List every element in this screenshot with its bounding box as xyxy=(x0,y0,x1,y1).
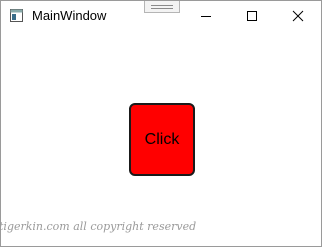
title-bar[interactable]: MainWindow xyxy=(1,1,321,31)
window-app-icon xyxy=(10,9,23,22)
window-title: MainWindow xyxy=(32,8,107,23)
copyright-watermark: tigerkin.com all copyright reserved xyxy=(0,220,197,233)
maximize-button[interactable] xyxy=(229,1,275,31)
title-drag-grip[interactable] xyxy=(144,1,180,13)
maximize-icon xyxy=(247,11,257,21)
minimize-icon xyxy=(201,16,211,17)
window-client-area: Click tigerkin.com all copyright reserve… xyxy=(0,31,321,247)
minimize-button[interactable] xyxy=(183,1,229,31)
click-button[interactable]: Click xyxy=(129,103,195,176)
close-icon xyxy=(292,10,304,22)
main-window: MainWindow Click tigerkin.com all copyri… xyxy=(0,0,322,247)
close-button[interactable] xyxy=(275,1,321,31)
